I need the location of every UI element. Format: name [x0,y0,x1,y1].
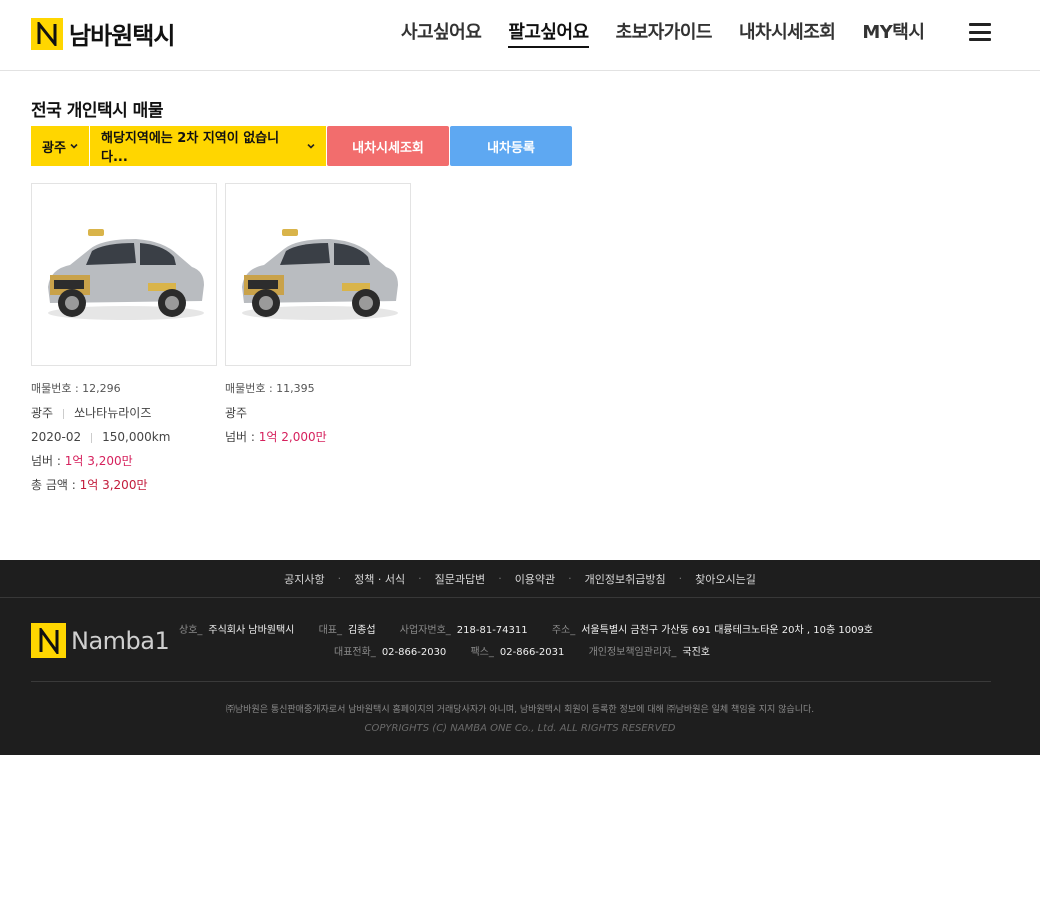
footer-link-directions[interactable]: 찾아오시는길 [695,571,756,587]
taxi-car-icon [242,228,398,320]
plate-price-label: 넘버 : [225,430,259,444]
page-title: 전국 개인택시 매물 [31,101,163,121]
listing-year-mileage: 2020-02 150,000km [31,428,217,452]
logo-n-icon [31,623,66,658]
nav-item-guide[interactable]: 초보자가이드 [616,18,713,48]
company-info: 상호_ 주식회사 남바원택시 대표_ 김종섭 사업자번호_ 218-81-74311 … [179,624,894,668]
divider [63,408,65,419]
company-address: 서울특별시 금천구 가산동 691 대륭테크노타운 20차 , 10층 1009… [581,625,874,636]
nav-item-sell[interactable]: 팔고싶어요 [508,18,589,48]
listing-info: 매물번호 : 12,296 광주 쏘나타뉴라이즈 2020-02 150,000km… [31,366,217,500]
company-info-line-2: 대표전화_ 02-866-2030 팩스_ 02-866-2031 개인정보책임관리… [334,647,710,658]
sub-region-select-value: 해당지역에는 2차 지역이 없습니다... [101,131,280,165]
footer-logo: Namba1 [31,623,170,658]
divider [91,432,93,443]
nav-item-my-taxi[interactable]: MY택시 [862,18,925,48]
footer-notice: ㈜남바원은 통신판매중개자로서 남바원택시 홈페이지의 거래당사자가 아니며, … [225,705,815,715]
chevron-down-icon [307,143,315,149]
company-fax: 02-866-2031 [499,647,565,658]
footer-link-terms[interactable]: 이용약관 [515,571,555,587]
listing-info: 매물번호 : 11,395 광주 넘버 : 1억 2,000만 [225,366,411,452]
company-name: 주식회사 남바원택시 [208,625,295,636]
logo-n-icon [31,17,63,50]
privacy-manager: 국진호 [682,647,710,658]
listing-card[interactable]: 매물번호 : 11,395 광주 넘버 : 1억 2,000만 [225,183,411,500]
business-number: 218-81-74311 [456,625,528,636]
chevron-down-icon [70,143,78,149]
plate-price-value: 1억 3,200만 [64,454,133,468]
total-price-label: 총 금액 : [31,478,80,492]
listing-model: 쏘나타뉴라이즈 [74,406,152,420]
site-header: 남바원택시 사고싶어요 팔고싶어요 초보자가이드 내차시세조회 MY택시 [0,0,1040,71]
site-logo[interactable]: 남바원택시 [31,16,175,51]
listing-year: 2020-02 [31,430,82,444]
company-info-line-1: 상호_ 주식회사 남바원택시 대표_ 김종섭 사업자번호_ 218-81-74311 … [179,625,874,636]
plate-price-label: 넘버 : [31,454,65,468]
listing-number: 매물번호 : 11,395 [225,382,315,395]
copyright: COPYRIGHTS (C) NAMBA ONE Co., Ltd. ALL R… [364,723,676,734]
listing-plate-price: 넘버 : 1억 2,000만 [225,428,411,452]
nav-item-buy[interactable]: 사고싶어요 [401,18,482,48]
listing-mileage: 150,000km [102,430,171,444]
listing-plate-price: 넘버 : 1억 3,200만 [31,452,217,476]
total-price-value: 1억 3,200만 [79,478,148,492]
listing-card[interactable]: 매물번호 : 12,296 광주 쏘나타뉴라이즈 2020-02 150,000km… [31,183,217,500]
footer-link-policy[interactable]: 정책 · 서식 [354,571,405,587]
plate-price-value: 1억 2,000만 [258,430,327,444]
register-car-button[interactable]: 내차등록 [450,126,572,166]
company-tel: 02-866-2030 [381,647,447,658]
taxi-car-icon [48,228,204,320]
listing-region: 광주 [31,406,54,420]
listing-region-model: 광주 쏘나타뉴라이즈 [31,404,217,428]
site-footer: 공지사항 · 정책 · 서식 · 질문과답변 · 이용약관 · 개인정보취급방침… [0,560,1040,755]
listing-number: 매물번호 : 12,296 [31,382,121,395]
footer-logo-text: Namba1 [71,626,170,655]
company-ceo: 김종섭 [347,625,376,636]
footer-link-qna[interactable]: 질문과답변 [435,571,486,587]
footer-link-notice[interactable]: 공지사항 [284,571,324,587]
listing-grid: 매물번호 : 12,296 광주 쏘나타뉴라이즈 2020-02 150,000km… [31,183,419,500]
nav-item-price-check[interactable]: 내차시세조회 [739,18,836,48]
listing-total-price: 총 금액 : 1억 3,200만 [31,476,217,500]
footer-link-privacy[interactable]: 개인정보취급방침 [585,571,666,587]
main-nav: 사고싶어요 팔고싶어요 초보자가이드 내차시세조회 MY택시 [401,18,951,48]
footer-links: 공지사항 · 정책 · 서식 · 질문과답변 · 이용약관 · 개인정보취급방침… [0,560,1040,598]
filter-bar: 광주 해당지역에는 2차 지역이 없습니다... 내차시세조회 내차등록 [31,126,572,166]
region-select-value: 광주 [42,140,66,156]
footer-divider [31,681,991,682]
menu-icon[interactable] [969,23,991,41]
price-check-button[interactable]: 내차시세조회 [327,126,449,166]
logo-text: 남바원택시 [69,22,175,50]
taxi-car-image[interactable] [225,183,411,366]
sub-region-select[interactable]: 해당지역에는 2차 지역이 없습니다... [90,126,326,166]
region-select[interactable]: 광주 [31,126,89,166]
taxi-car-image[interactable] [31,183,217,366]
listing-region: 광주 [225,406,248,420]
